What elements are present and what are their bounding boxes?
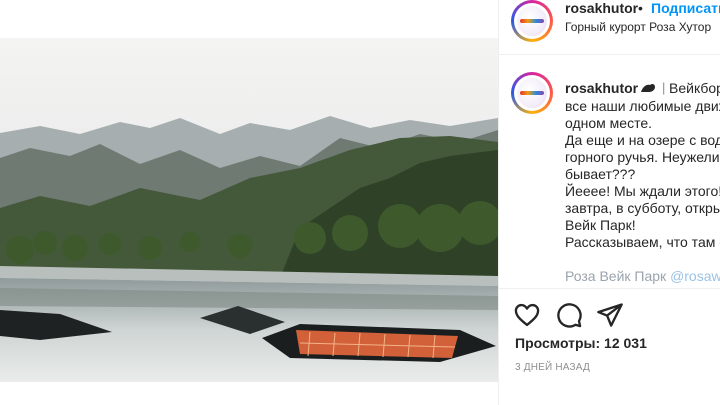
verified-icon (641, 83, 655, 92)
caption-line: все наши любимые движения в (565, 98, 720, 114)
post-video[interactable] (0, 38, 498, 382)
post-media (0, 0, 498, 405)
caption-faded-line: Роза Вейк Парк @rosawakepark (565, 268, 720, 285)
caption-line: горного ручья. Неужели так (565, 149, 720, 165)
caption-line-empty (565, 251, 720, 268)
caption-avatar[interactable] (511, 72, 553, 114)
video-frame-illustration (0, 38, 498, 382)
post-header: rosakhutor • Подписаться Горный курорт Р… (499, 0, 720, 55)
follow-button[interactable]: Подписаться (651, 0, 720, 16)
share-icon[interactable] (596, 301, 624, 329)
post-actions: Просмотры: 12 031 3 ДНЕЙ НАЗАД (499, 288, 720, 405)
comment-icon[interactable] (555, 301, 583, 329)
caption-line: Рассказываем, что там есть: (565, 234, 720, 250)
caption-separator: | (662, 80, 666, 95)
caption-username[interactable]: rosakhutor (565, 80, 638, 96)
caption-rosakhutor-logo (517, 78, 547, 108)
caption-mention-link[interactable]: @rosawakepark (670, 268, 720, 284)
post-timestamp[interactable]: 3 ДНЕЙ НАЗАД (515, 362, 590, 373)
caption-line: Вейк Парк! (565, 217, 636, 233)
caption-line: одном месте. (565, 115, 653, 131)
caption-line: Йееее! Мы ждали этого! Уже (565, 183, 720, 199)
heart-icon[interactable] (513, 301, 541, 329)
post-sidebar: rosakhutor • Подписаться Горный курорт Р… (498, 0, 720, 405)
views-count[interactable]: Просмотры: 12 031 (515, 335, 647, 351)
location-link[interactable]: Горный курорт Роза Хутор (565, 20, 711, 34)
caption-line: бывает??? (565, 166, 636, 182)
caption-line: Да еще и на озере с водой из (565, 132, 720, 148)
caption-line: завтра, в субботу, открывается (565, 200, 720, 216)
header-username[interactable]: rosakhutor (565, 0, 638, 16)
rosakhutor-logo (517, 6, 547, 36)
avatar[interactable] (511, 0, 553, 42)
header-dot: • (638, 0, 643, 16)
caption-faded-text: Роза Вейк Парк (565, 268, 671, 284)
caption-first-line: Вейкбординг, (669, 80, 720, 96)
caption-text: все наши любимые движения в одном месте.… (565, 98, 720, 285)
